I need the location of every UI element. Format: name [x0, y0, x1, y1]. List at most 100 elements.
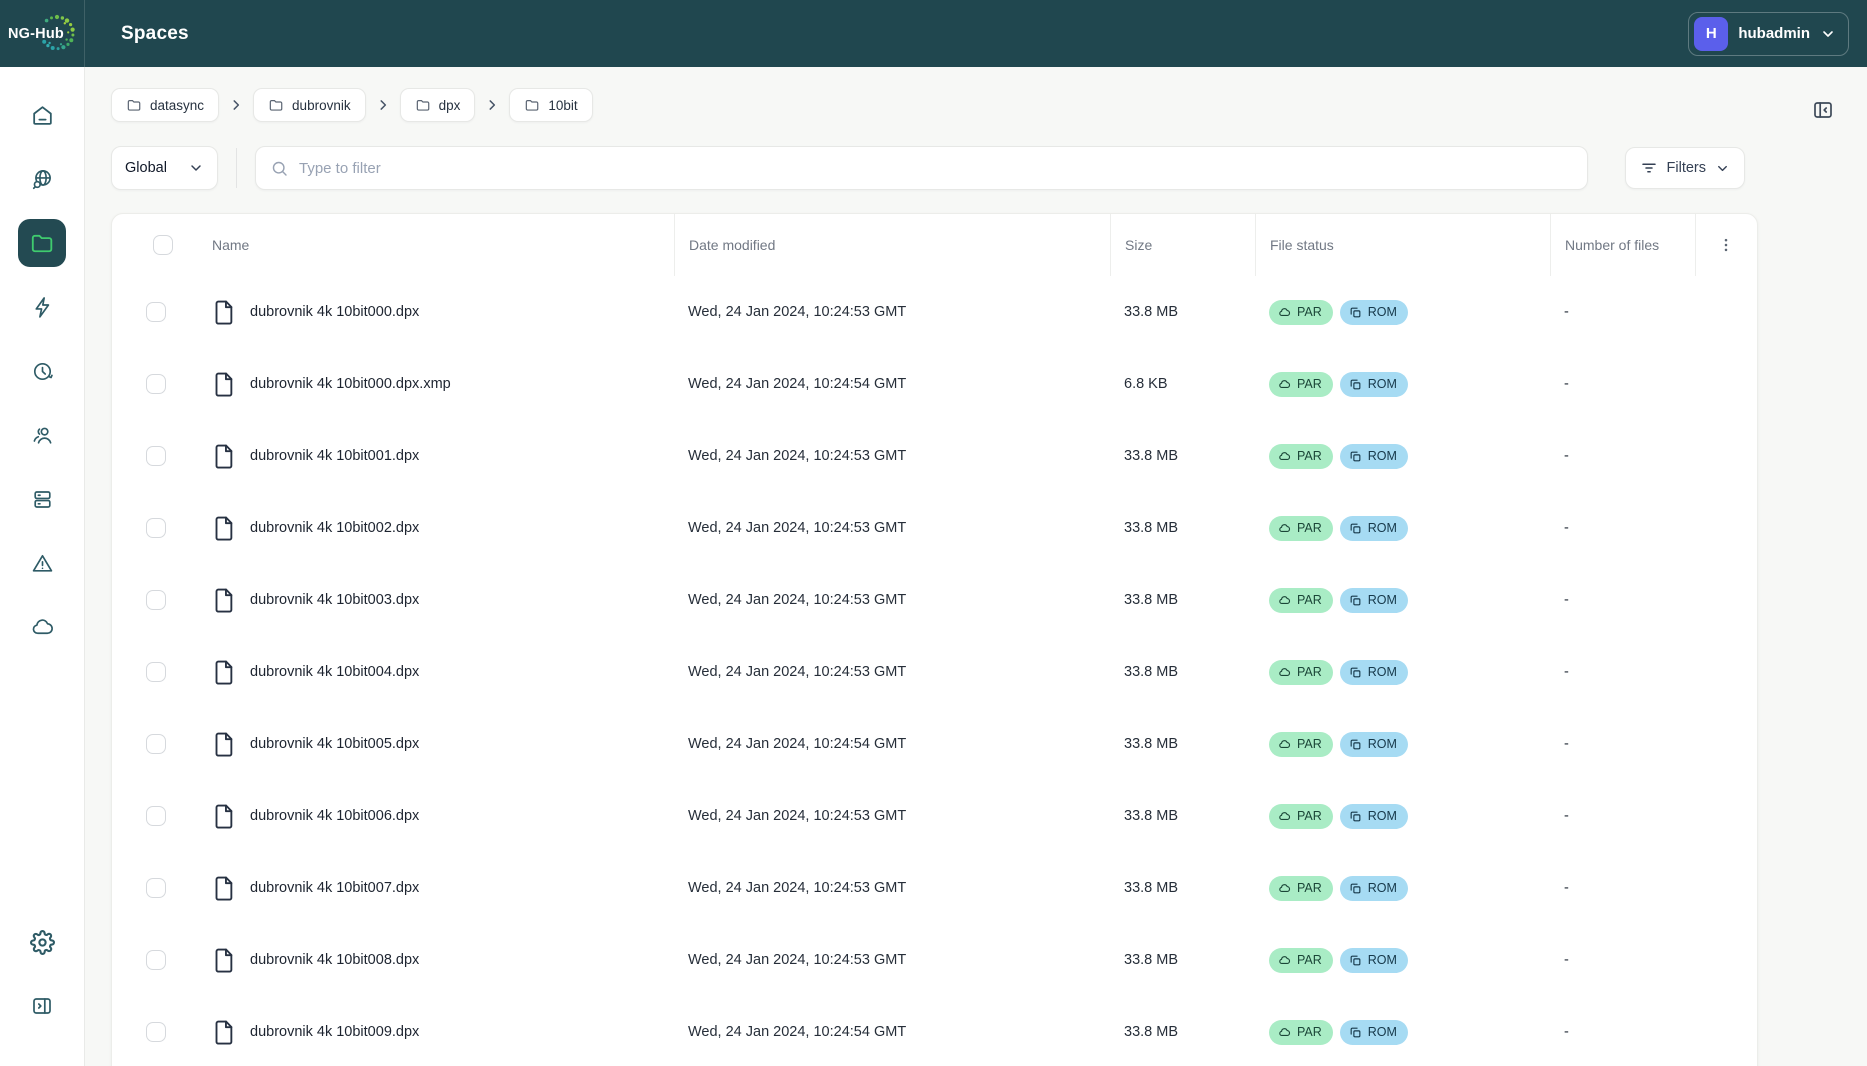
number-of-files: -	[1550, 448, 1695, 464]
search-box	[255, 146, 1588, 190]
scope-select[interactable]: Global	[111, 146, 218, 190]
settings-gear-icon	[30, 930, 55, 955]
sidebar-item-settings[interactable]	[18, 918, 66, 966]
row-checkbox[interactable]	[146, 878, 166, 898]
row-checkbox[interactable]	[146, 806, 166, 826]
toolbar-divider	[236, 148, 237, 188]
sidebar-item-spaces[interactable]	[18, 219, 66, 267]
status-badge-rom: ROM	[1340, 516, 1408, 541]
chevron-down-icon	[1715, 161, 1730, 176]
file-size: 33.8 MB	[1110, 952, 1255, 968]
column-header-name: Name	[184, 214, 674, 276]
status-badge-par: PAR	[1269, 300, 1333, 325]
status-badge-par: PAR	[1269, 372, 1333, 397]
file-status: PAR ROM	[1255, 444, 1550, 469]
sidebar-item-users[interactable]	[18, 411, 66, 459]
file-status: PAR ROM	[1255, 372, 1550, 397]
table-row[interactable]: dubrovnik 4k 10bit004.dpx Wed, 24 Jan 20…	[128, 636, 1741, 708]
row-checkbox[interactable]	[146, 950, 166, 970]
table-row[interactable]: dubrovnik 4k 10bit005.dpx Wed, 24 Jan 20…	[128, 708, 1741, 780]
status-badge-rom: ROM	[1340, 660, 1408, 685]
breadcrumb: datasync dubrovnik dpx	[111, 88, 1867, 122]
storage-server-icon	[30, 487, 55, 512]
table-row[interactable]: dubrovnik 4k 10bit009.dpx Wed, 24 Jan 20…	[128, 996, 1741, 1066]
status-badge-rom: ROM	[1340, 1020, 1408, 1045]
row-checkbox[interactable]	[146, 446, 166, 466]
breadcrumb-item[interactable]: dubrovnik	[253, 88, 366, 122]
collapse-panel-button[interactable]	[1811, 98, 1835, 122]
breadcrumb-item[interactable]: datasync	[111, 88, 219, 122]
row-checkbox[interactable]	[146, 302, 166, 322]
sidebar-item-history[interactable]	[18, 347, 66, 395]
table-row[interactable]: dubrovnik 4k 10bit007.dpx Wed, 24 Jan 20…	[128, 852, 1741, 924]
column-header-size: Size	[1110, 214, 1255, 276]
file-status: PAR ROM	[1255, 876, 1550, 901]
row-checkbox[interactable]	[146, 662, 166, 682]
copy-icon	[1349, 666, 1362, 679]
chevron-down-icon	[188, 160, 204, 176]
sidebar-expand-panel[interactable]	[18, 982, 66, 1030]
status-badge-par: PAR	[1269, 660, 1333, 685]
row-checkbox[interactable]	[146, 518, 166, 538]
table-row[interactable]: dubrovnik 4k 10bit008.dpx Wed, 24 Jan 20…	[128, 924, 1741, 996]
copy-icon	[1349, 522, 1362, 535]
row-checkbox[interactable]	[146, 590, 166, 610]
copy-icon	[1349, 738, 1362, 751]
cloud-icon	[1278, 450, 1291, 463]
number-of-files: -	[1550, 952, 1695, 968]
breadcrumb-item[interactable]: 10bit	[509, 88, 592, 122]
sidebar-item-cloud[interactable]	[18, 603, 66, 651]
file-name: dubrovnik 4k 10bit003.dpx	[250, 592, 419, 608]
file-icon	[212, 731, 237, 758]
status-label: PAR	[1297, 737, 1322, 751]
file-status: PAR ROM	[1255, 804, 1550, 829]
table-row[interactable]: dubrovnik 4k 10bit006.dpx Wed, 24 Jan 20…	[128, 780, 1741, 852]
date-modified: Wed, 24 Jan 2024, 10:24:53 GMT	[674, 304, 1110, 320]
file-status: PAR ROM	[1255, 660, 1550, 685]
file-name: dubrovnik 4k 10bit000.dpx	[250, 304, 419, 320]
sidebar-item-storage[interactable]	[18, 475, 66, 523]
sidebar-item-alerts[interactable]	[18, 539, 66, 587]
copy-icon	[1349, 594, 1362, 607]
breadcrumb-item[interactable]: dpx	[400, 88, 476, 122]
file-name: dubrovnik 4k 10bit005.dpx	[250, 736, 419, 752]
user-menu[interactable]: H hubadmin	[1688, 12, 1849, 56]
row-checkbox[interactable]	[146, 1022, 166, 1042]
table-row[interactable]: dubrovnik 4k 10bit000.dpx.xmp Wed, 24 Ja…	[128, 348, 1741, 420]
filters-label: Filters	[1667, 160, 1706, 176]
filters-button[interactable]: Filters	[1625, 147, 1745, 189]
sidebar-item-discover[interactable]	[18, 155, 66, 203]
table-row[interactable]: dubrovnik 4k 10bit003.dpx Wed, 24 Jan 20…	[128, 564, 1741, 636]
status-label: ROM	[1368, 593, 1397, 607]
status-label: ROM	[1368, 809, 1397, 823]
table-row[interactable]: dubrovnik 4k 10bit002.dpx Wed, 24 Jan 20…	[128, 492, 1741, 564]
file-size: 33.8 MB	[1110, 1024, 1255, 1040]
collapse-panel-icon	[1811, 98, 1835, 122]
discover-globe-icon	[30, 167, 55, 192]
row-checkbox[interactable]	[146, 734, 166, 754]
status-badge-rom: ROM	[1340, 300, 1408, 325]
date-modified: Wed, 24 Jan 2024, 10:24:53 GMT	[674, 880, 1110, 896]
table-row[interactable]: dubrovnik 4k 10bit000.dpx Wed, 24 Jan 20…	[128, 276, 1741, 348]
chevron-right-icon	[376, 98, 390, 112]
file-status: PAR ROM	[1255, 1020, 1550, 1045]
select-all-checkbox[interactable]	[153, 235, 173, 255]
table-row[interactable]: dubrovnik 4k 10bit001.dpx Wed, 24 Jan 20…	[128, 420, 1741, 492]
sidebar-item-activity[interactable]	[18, 283, 66, 331]
number-of-files: -	[1550, 664, 1695, 680]
scope-select-value: Global	[125, 160, 167, 176]
expand-panel-icon	[30, 994, 54, 1018]
file-name: dubrovnik 4k 10bit009.dpx	[250, 1024, 419, 1040]
file-size: 33.8 MB	[1110, 592, 1255, 608]
copy-icon	[1349, 378, 1362, 391]
app-logo[interactable]: NG-Hub	[0, 0, 85, 67]
date-modified: Wed, 24 Jan 2024, 10:24:54 GMT	[674, 1024, 1110, 1040]
column-settings-button[interactable]	[1695, 214, 1741, 276]
sidebar-item-home[interactable]	[18, 91, 66, 139]
status-label: PAR	[1297, 1025, 1322, 1039]
row-checkbox[interactable]	[146, 374, 166, 394]
file-size: 33.8 MB	[1110, 880, 1255, 896]
search-input[interactable]	[299, 160, 1573, 177]
number-of-files: -	[1550, 1024, 1695, 1040]
status-label: ROM	[1368, 521, 1397, 535]
